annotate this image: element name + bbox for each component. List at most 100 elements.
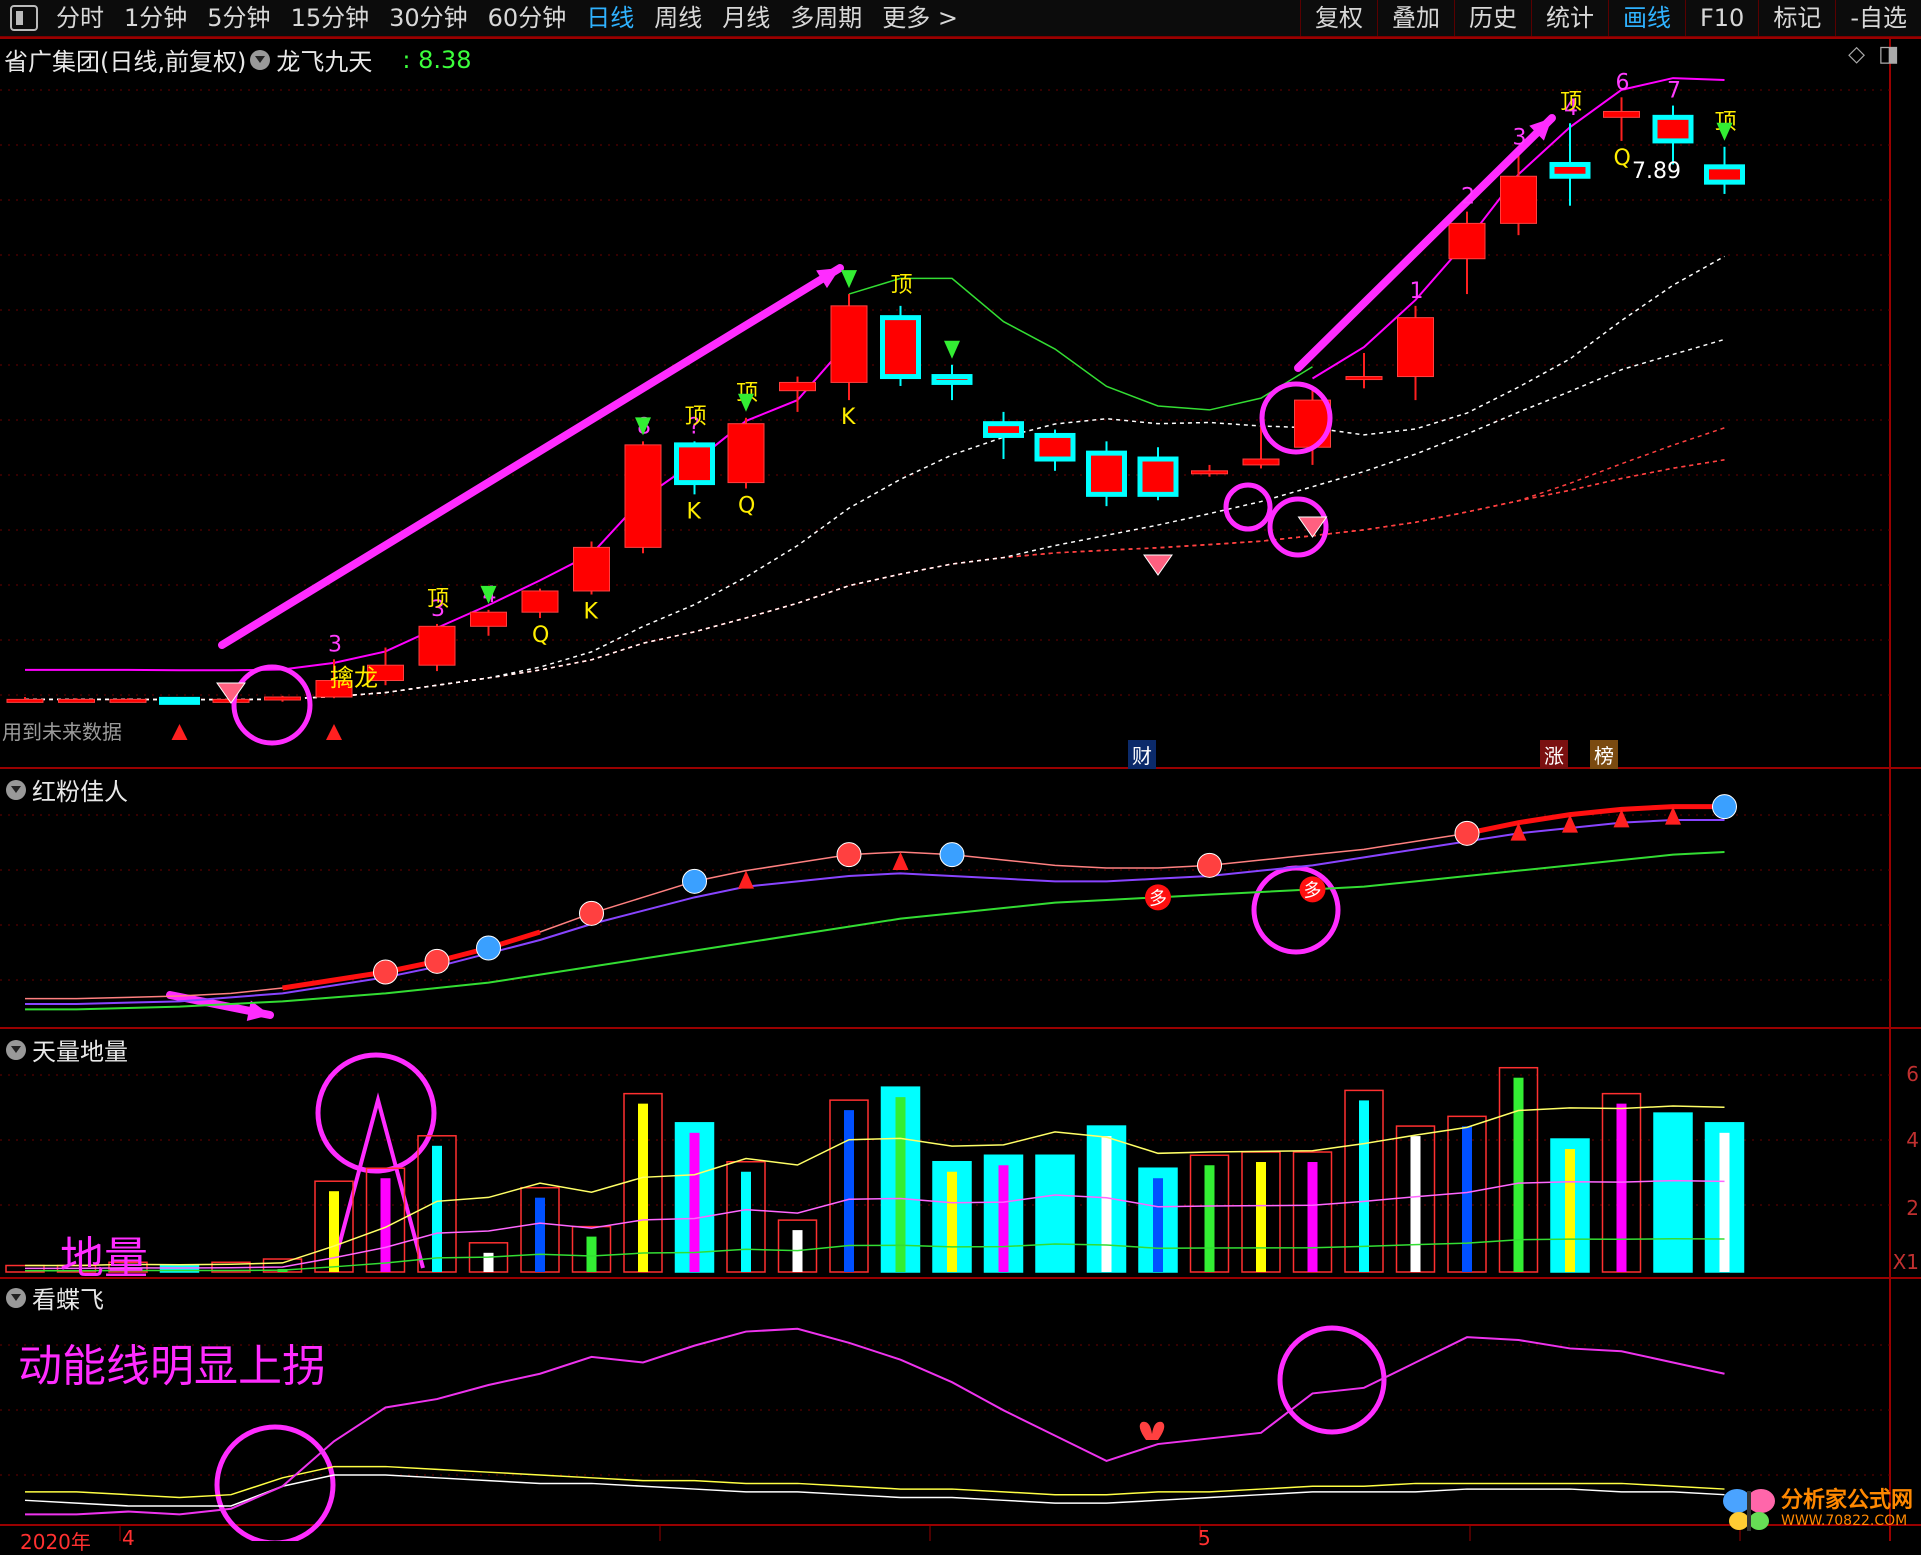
count-label: 2	[1461, 185, 1475, 210]
volume-bar-inner	[1256, 1162, 1266, 1272]
candle	[1448, 222, 1486, 260]
candle	[1034, 432, 1076, 462]
down-arrow-icon	[841, 270, 857, 289]
low-volume-annotation: 地量	[60, 1233, 148, 1284]
blue-ball-icon	[476, 935, 501, 961]
up-arrow-icon	[171, 724, 188, 740]
indicator-name[interactable]: 龙飞九天	[276, 42, 372, 77]
volume-bar-inner	[1565, 1149, 1575, 1272]
up-arrow-icon	[892, 852, 909, 870]
candle	[727, 423, 765, 484]
candle	[58, 698, 95, 703]
volume-bar-inner	[483, 1252, 494, 1272]
candle	[1294, 399, 1331, 448]
price-label: 7.89	[1632, 159, 1681, 184]
down-arrow-icon	[944, 340, 960, 359]
top-label: 顶	[1560, 90, 1582, 115]
candle	[6, 698, 44, 703]
butterfly-icon	[1139, 1421, 1165, 1440]
candle	[931, 374, 973, 385]
volume-bar-inner	[1719, 1132, 1730, 1272]
volume-bar-inner	[329, 1191, 339, 1272]
signal-label: Q	[532, 623, 549, 648]
ma60-line	[25, 459, 1725, 701]
candle	[470, 611, 507, 627]
tag-rise[interactable]: 涨	[1540, 740, 1568, 769]
ma20-line	[25, 338, 1725, 701]
red-ball-icon	[1197, 852, 1222, 878]
candle	[109, 698, 147, 703]
pane2-title[interactable]: 红粉佳人	[32, 772, 128, 807]
candle	[1549, 161, 1591, 179]
candle	[521, 590, 559, 613]
pane2-bull-segment	[282, 929, 541, 991]
tag-finance[interactable]: 财	[1128, 740, 1156, 769]
blue-ball-icon	[1712, 794, 1737, 820]
dropdown-icon[interactable]	[250, 49, 271, 70]
up-arrow-icon	[738, 870, 754, 889]
ma10-line	[25, 255, 1725, 701]
ma40-line	[25, 459, 1725, 701]
top-label: 顶	[891, 273, 913, 298]
candle	[1603, 110, 1640, 118]
logo-text: 分析家公式网	[1780, 1488, 1913, 1513]
pane3-title[interactable]: 天量地量	[32, 1032, 128, 1067]
candle	[1345, 376, 1383, 381]
vol-ytick-6: 6	[1906, 1062, 1919, 1086]
dropdown-icon[interactable]	[6, 1287, 26, 1308]
diamond-icon[interactable]: ◇	[1848, 42, 1865, 67]
dropdown-icon[interactable]	[6, 1039, 26, 1060]
candle	[1137, 456, 1179, 497]
signal-label: Q	[1614, 146, 1631, 171]
pane2-purple-line	[25, 819, 1725, 1005]
tag-rank[interactable]: 榜	[1590, 740, 1618, 769]
dragon-label: 擒龙	[330, 664, 378, 692]
count-label: 1	[1410, 279, 1424, 304]
highlight-circle	[1251, 865, 1341, 955]
stock-title: 省广集团(日线,前复权)	[4, 48, 247, 76]
vol-ytick-4: 4	[1906, 1128, 1919, 1152]
candle	[1500, 175, 1537, 224]
blue-ball-icon	[939, 842, 965, 868]
candle	[264, 696, 301, 701]
candle	[1397, 317, 1434, 378]
candle	[1191, 470, 1228, 475]
count-label: 3	[1513, 126, 1527, 151]
dropdown-icon[interactable]	[6, 779, 26, 800]
volume-bar-inner	[998, 1165, 1009, 1272]
candle	[983, 421, 1024, 438]
volume-bar-inner	[432, 1145, 442, 1272]
pane4-yellow-line	[25, 1465, 1725, 1499]
volume-bar-inner	[638, 1103, 648, 1272]
diamond-icon	[1143, 554, 1173, 576]
volume-bar-inner	[1616, 1103, 1627, 1272]
volume-bar-inner	[1462, 1126, 1472, 1272]
volume-bar-inner	[1513, 1077, 1524, 1272]
volume-bar-inner	[1307, 1162, 1318, 1272]
ma30-line	[25, 427, 1725, 701]
volume-bar-inner	[1204, 1165, 1215, 1272]
momentum-annotation: 动能线明显上拐	[18, 1341, 326, 1392]
red-ball-icon	[373, 959, 398, 985]
window-icon[interactable]: ◨	[1878, 42, 1899, 67]
indicator-value: : 8.38	[402, 45, 472, 74]
volume-bar-inner	[535, 1197, 545, 1272]
bull-badge-text: 多	[1304, 880, 1322, 901]
candle	[624, 444, 662, 548]
volume-bar-inner	[947, 1171, 957, 1272]
candle	[1242, 458, 1280, 466]
count-label: 6	[1616, 70, 1630, 95]
chart-area: 3348?123467顶顶顶顶顶顶QKQKKQ擒龙7.89多多	[0, 37, 1921, 1541]
highlight-circle	[214, 1424, 336, 1541]
vol-scale: X1	[1892, 1250, 1919, 1274]
candle	[674, 442, 715, 486]
butterfly-logo-icon	[1722, 1489, 1775, 1531]
main-pane-header: 省广集团(日线,前复权) 龙飞九天 : 8.38	[4, 42, 472, 77]
bull-badge-text: 多	[1149, 888, 1167, 909]
pane4-white-line	[24, 1474, 1725, 1507]
candle	[1704, 164, 1745, 185]
volume-bar-inner	[1668, 1123, 1678, 1272]
candle	[779, 381, 816, 392]
x-month-5: 5	[1198, 1526, 1211, 1550]
volume-bar-inner	[689, 1132, 700, 1272]
